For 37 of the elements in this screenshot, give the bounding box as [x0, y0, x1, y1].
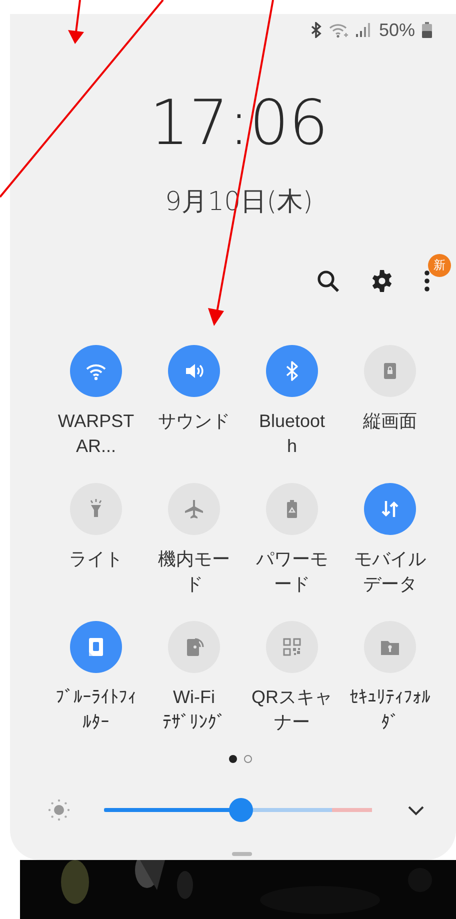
tile-label: サウンド [157, 410, 231, 433]
toggle-button[interactable] [168, 483, 220, 535]
battery-icon [422, 22, 432, 38]
tile-label: Bluetoot h [258, 410, 326, 458]
wifi-icon [328, 22, 349, 38]
drag-handle[interactable] [232, 852, 252, 856]
bluetooth-icon [310, 22, 322, 38]
chevron-down-icon[interactable] [407, 804, 425, 816]
tile-label: QRスキャナー [250, 686, 334, 734]
toggle-button[interactable] [70, 345, 122, 397]
tile-label: Wi-Fi ﾃｻﾞﾘﾝｸﾞ [162, 686, 226, 734]
tile-label: ｾｷｭﾘﾃｨﾌｫﾙﾀﾞ [348, 686, 432, 734]
tile-label: ﾌﾞﾙｰﾗｲﾄﾌｨﾙﾀｰ [54, 686, 138, 734]
toggle-button[interactable] [364, 483, 416, 535]
airplane-icon [182, 497, 206, 521]
more-options-icon[interactable] [424, 269, 430, 293]
tile-label: WARPST AR... [56, 410, 136, 458]
brightness-icon [48, 799, 70, 821]
page-indicator-dot[interactable] [244, 755, 252, 763]
page-indicator-dot[interactable] [228, 755, 236, 763]
annotation-arrow [68, 0, 84, 44]
toggle-button[interactable] [266, 483, 318, 535]
search-icon[interactable] [316, 269, 340, 293]
battery-percent: 50% [378, 20, 415, 40]
notification-badge: 新 [428, 254, 451, 277]
tile-label: 縦画面 [362, 410, 418, 433]
slider-thumb[interactable] [228, 798, 253, 822]
toggle-button[interactable] [70, 621, 122, 673]
tile-label: 機内モード [157, 548, 231, 596]
tile-label: ライト [68, 548, 124, 571]
toggle-button[interactable] [266, 345, 318, 397]
toggle-button[interactable] [168, 345, 220, 397]
tile-label: パワーモード [255, 548, 329, 596]
toggle-button[interactable] [70, 483, 122, 535]
tile-label: モバイルデータ [353, 548, 427, 596]
settings-icon[interactable] [370, 269, 394, 293]
signal-icon [356, 22, 370, 38]
